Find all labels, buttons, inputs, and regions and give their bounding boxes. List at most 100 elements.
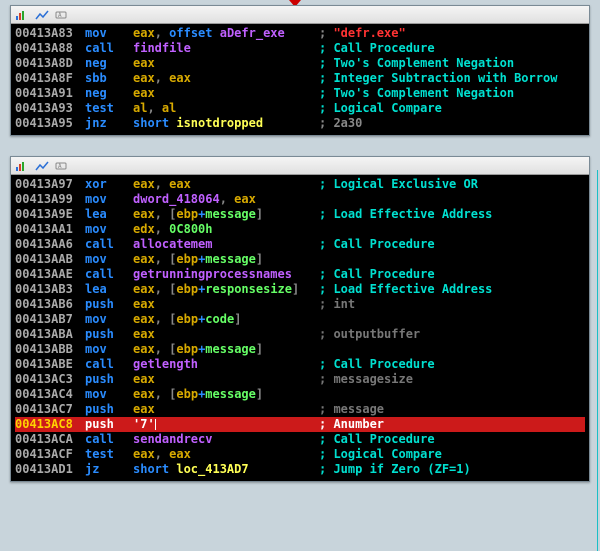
token: eax	[133, 86, 155, 100]
disasm-row[interactable]: 00413AD1jzshort loc_413AD7; Jump if Zero…	[15, 462, 585, 477]
token: message	[205, 207, 256, 221]
disasm-row[interactable]: 00413ACFtesteax, eax; Logical Compare	[15, 447, 585, 462]
disasm-row[interactable]: 00413AAEcallgetrunningprocessnames; Call…	[15, 267, 585, 282]
disasm-row[interactable]: 00413AC8push'7'; Anumber	[15, 417, 585, 432]
disasm-row[interactable]: 00413A99movdword_418064, eax	[15, 192, 585, 207]
address: 00413A8F	[15, 71, 85, 86]
token: , [	[155, 387, 177, 401]
comment: ; Load Effective Address	[319, 207, 585, 222]
disasm-row[interactable]: 00413AB3leaeax, [ebp+responsesize]; Load…	[15, 282, 585, 297]
comment: ; Two's Complement Negation	[319, 56, 585, 71]
address: 00413AD1	[15, 462, 85, 477]
token: short	[133, 116, 176, 130]
operands: allocatemem	[133, 237, 319, 252]
operands: eax	[133, 402, 319, 417]
disasm-row[interactable]: 00413AC3pusheax; messagesize	[15, 372, 585, 387]
chart-icon[interactable]	[15, 9, 29, 21]
disasm-row[interactable]: 00413A8Dnegeax; Two's Complement Negatio…	[15, 56, 585, 71]
token: ebp	[176, 252, 198, 266]
disasm-row[interactable]: 00413ABEcallgetlength; Call Procedure	[15, 357, 585, 372]
disasm-row[interactable]: 00413AA6callallocatemem; Call Procedure	[15, 237, 585, 252]
comment: ; int	[319, 297, 585, 312]
disasm-row[interactable]: 00413AC7pusheax; message	[15, 402, 585, 417]
address: 00413A83	[15, 26, 85, 41]
chart-icon[interactable]	[15, 160, 29, 172]
token: aDefr_exe	[220, 26, 285, 40]
disasm-row[interactable]: 00413AB6pusheax; int	[15, 297, 585, 312]
address: 00413A99	[15, 192, 85, 207]
mnemonic: jz	[85, 462, 133, 477]
disasm-row[interactable]: 00413A93testal, al; Logical Compare	[15, 101, 585, 116]
token: ,	[155, 177, 169, 191]
operands: eax, [ebp+code]	[133, 312, 319, 327]
token: ebp	[176, 207, 198, 221]
disasm-row[interactable]: 00413AABmoveax, [ebp+message]	[15, 252, 585, 267]
token: , [	[155, 252, 177, 266]
comment: ; Call Procedure	[319, 237, 585, 252]
disasm-panel-top: A 00413A83moveax, offset aDefr_exe; "def…	[10, 5, 590, 136]
comment: ; message	[319, 402, 585, 417]
token: getrunningprocessnames	[133, 267, 292, 281]
token: ; Two's Complement Negation	[319, 56, 514, 70]
token: al	[133, 101, 147, 115]
address: 00413A88	[15, 41, 85, 56]
mnemonic: sbb	[85, 71, 133, 86]
address: 00413ABB	[15, 342, 85, 357]
tag-icon[interactable]: A	[55, 160, 69, 172]
token: message	[205, 342, 256, 356]
comment: ; messagesize	[319, 372, 585, 387]
disasm-row[interactable]: 00413ABBmoveax, [ebp+message]	[15, 342, 585, 357]
token: ; message	[319, 402, 384, 416]
comment: ; Anumber	[319, 417, 585, 432]
token: , [	[155, 207, 177, 221]
disasm-row[interactable]: 00413A8Fsbbeax, eax; Integer Subtraction…	[15, 71, 585, 86]
graph-icon[interactable]	[35, 160, 49, 172]
comment	[319, 252, 585, 267]
disasm-row[interactable]: 00413A9Eleaeax, [ebp+message]; Load Effe…	[15, 207, 585, 222]
graph-icon[interactable]	[35, 9, 49, 21]
comment: ; Logical Exclusive OR	[319, 177, 585, 192]
token: , [	[155, 342, 177, 356]
operands: eax	[133, 372, 319, 387]
disasm-row[interactable]: 00413A91negeax; Two's Complement Negatio…	[15, 86, 585, 101]
comment: ; Load Effective Address	[319, 282, 585, 297]
disasm-row[interactable]: 00413ABApusheax; outputbuffer	[15, 327, 585, 342]
token: loc_413AD7	[176, 462, 248, 476]
token: short	[133, 462, 176, 476]
disasm-row[interactable]: 00413AC4moveax, [ebp+message]	[15, 387, 585, 402]
mnemonic: lea	[85, 207, 133, 222]
token: ; Anumber	[319, 417, 384, 431]
token: eax	[133, 372, 155, 386]
token: ,	[155, 222, 169, 236]
comment: ; "defr.exe"	[319, 26, 585, 41]
disasm-row[interactable]: 00413AA1movedx, 0C800h	[15, 222, 585, 237]
token: eax	[133, 297, 155, 311]
mnemonic: call	[85, 432, 133, 447]
disasm-row[interactable]: 00413A83moveax, offset aDefr_exe; "defr.…	[15, 26, 585, 41]
mnemonic: mov	[85, 26, 133, 41]
disasm-listing-top[interactable]: 00413A83moveax, offset aDefr_exe; "defr.…	[11, 24, 589, 135]
operands: findfile	[133, 41, 319, 56]
disasm-row[interactable]: 00413ACAcallsendandrecv; Call Procedure	[15, 432, 585, 447]
disasm-listing-bottom[interactable]: 00413A97xoreax, eax; Logical Exclusive O…	[11, 175, 589, 481]
disasm-row[interactable]: 00413AB7moveax, [ebp+code]	[15, 312, 585, 327]
operands: eax, [ebp+responsesize]	[133, 282, 319, 297]
token: eax	[169, 177, 191, 191]
svg-text:A: A	[58, 163, 62, 170]
mnemonic: push	[85, 372, 133, 387]
disasm-row[interactable]: 00413A88callfindfile; Call Procedure	[15, 41, 585, 56]
token: ]	[256, 387, 263, 401]
tag-icon[interactable]: A	[55, 9, 69, 21]
text-cursor	[155, 419, 156, 430]
panel-titlebar[interactable]: A	[11, 157, 589, 175]
disasm-row[interactable]: 00413A95jnzshort isnotdropped; 2a30	[15, 116, 585, 131]
token: ]	[292, 282, 299, 296]
comment: ; Integer Subtraction with Borrow	[319, 71, 585, 86]
disasm-row[interactable]: 00413A97xoreax, eax; Logical Exclusive O…	[15, 177, 585, 192]
panel-titlebar[interactable]: A	[11, 6, 589, 24]
address: 00413AA1	[15, 222, 85, 237]
address: 00413AB3	[15, 282, 85, 297]
address: 00413A8D	[15, 56, 85, 71]
token: '7'	[133, 417, 155, 431]
operands: eax	[133, 56, 319, 71]
